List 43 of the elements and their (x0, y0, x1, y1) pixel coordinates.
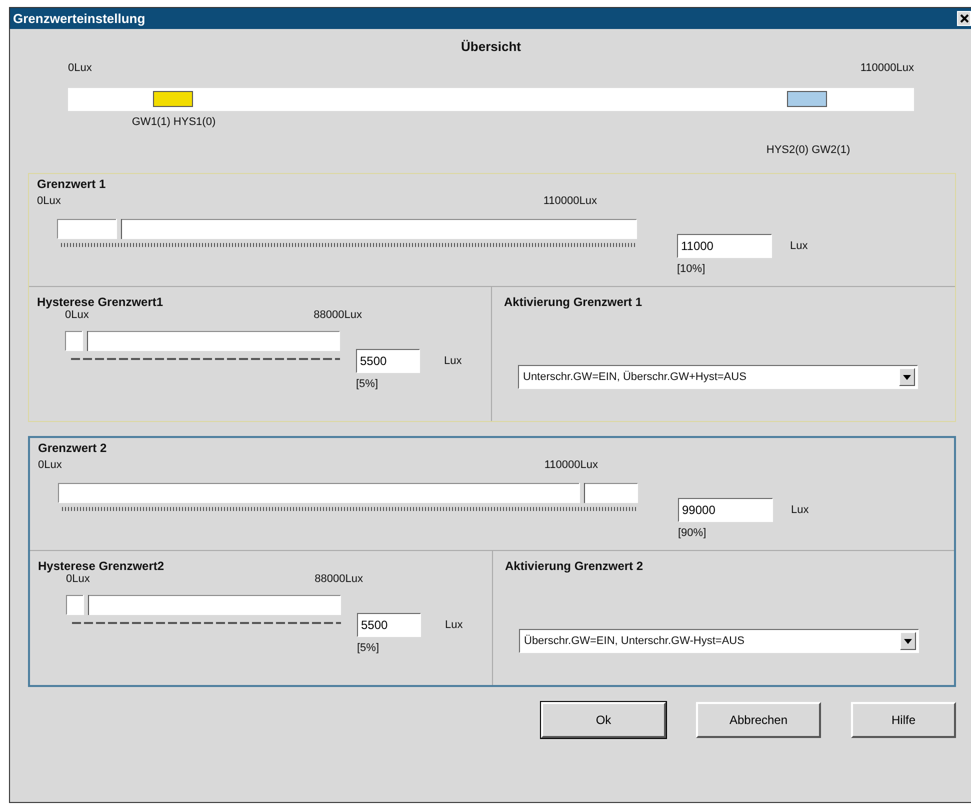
marker-label: HYS2(0) GW2(1) (765, 144, 852, 156)
section-title: Aktivierung Grenzwert 2 (505, 559, 644, 573)
unit-label: Lux (444, 355, 462, 367)
group-title: Grenzwert 1 (36, 176, 107, 191)
min-label: 0Lux (37, 195, 61, 209)
slider-track[interactable] (58, 483, 638, 503)
percent-label: [5%] (356, 378, 380, 390)
min-label: 0Lux (65, 309, 89, 323)
dropdown[interactable]: Überschr.GW=EIN, Unterschr.GW-Hyst=AUS (519, 629, 919, 653)
max-label: 110000Lux (544, 459, 598, 473)
section-title: Übersicht (460, 39, 522, 54)
close-icon (960, 14, 968, 23)
percent-label: [10%] (677, 263, 706, 275)
marker-label: GW1(1) HYS1(0) (130, 116, 217, 128)
group-title: Grenzwert 2 (37, 440, 108, 455)
unit-label: Lux (790, 240, 808, 252)
max-label: 110000Lux (860, 62, 914, 74)
slider-track[interactable] (57, 219, 637, 239)
value-field[interactable]: 5500 (356, 349, 420, 373)
dialog-button[interactable]: Hilfe (851, 702, 956, 738)
window-title: Grenzwerteinstellung (13, 11, 146, 26)
slider-track[interactable] (66, 595, 341, 615)
percent-label: [5%] (357, 642, 380, 654)
section-title: Hysterese Grenzwert2 (38, 559, 166, 573)
section-title: Aktivierung Grenzwert 1 (504, 295, 644, 309)
slider-track[interactable] (65, 331, 340, 351)
percent-label: [90%] (678, 527, 708, 539)
dialog-button[interactable]: Abbrechen (696, 702, 821, 738)
unit-label: Lux (445, 619, 463, 631)
dropdown[interactable]: Unterschr.GW=EIN, Überschr.GW+Hyst=AUS (518, 365, 918, 389)
min-label: 0Lux (38, 459, 62, 473)
max-label: 110000Lux (543, 195, 597, 209)
value-field[interactable]: 11000 (677, 234, 772, 258)
value-field[interactable]: 99000 (678, 498, 773, 522)
min-label: 0Lux (68, 62, 92, 74)
min-label: 0Lux (66, 573, 90, 587)
max-label: 88000Lux (314, 573, 363, 587)
value-field[interactable]: 5500 (357, 613, 421, 637)
section-title: Hysterese Grenzwert1 (37, 295, 164, 309)
unit-label: Lux (791, 504, 809, 516)
close-button[interactable] (957, 11, 971, 26)
dialog-button[interactable]: Ok (541, 702, 666, 738)
max-label: 88000Lux (314, 309, 362, 323)
